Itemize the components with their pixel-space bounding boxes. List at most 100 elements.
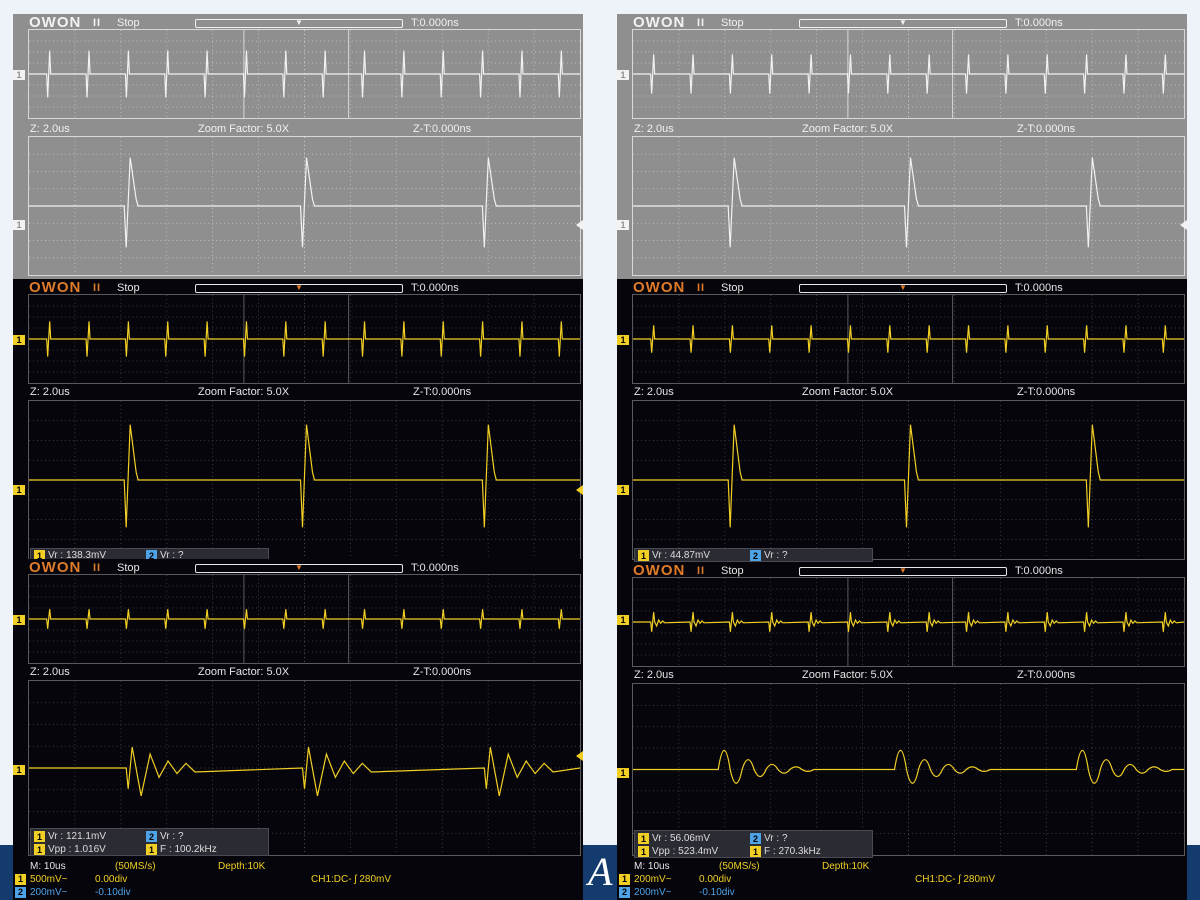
pause-indicator: II bbox=[93, 282, 102, 294]
ch1-marker: 1 bbox=[13, 70, 25, 80]
zoom-offset: Z-T:0.000ns bbox=[413, 386, 472, 398]
zoom-factor: Zoom Factor: 5.0X bbox=[198, 666, 290, 678]
waveform-trace bbox=[29, 747, 580, 796]
ch2-badge: 2 bbox=[619, 887, 630, 898]
zoom-waveform-grid bbox=[632, 400, 1185, 560]
right-grey-panel: OWON II Stop ▼ T:0.000ns 1 Z: 2.0us Zoom… bbox=[617, 14, 1187, 279]
trigger-level-icon bbox=[576, 220, 583, 230]
zoom-scale: Z: 2.0us bbox=[30, 386, 70, 398]
zoom-waveform-grid bbox=[632, 136, 1185, 276]
left-footer: M: 10us (50MS/s) Depth:10K 1 500mV~ 0.00… bbox=[13, 860, 583, 900]
ch1-badge: 1 bbox=[638, 833, 649, 844]
zoom-factor: Zoom Factor: 5.0X bbox=[802, 386, 894, 398]
zoom-scale: Z: 2.0us bbox=[634, 386, 674, 398]
sample-rate: (50MS/s) bbox=[115, 861, 156, 872]
owon-logo: OWON bbox=[29, 559, 82, 576]
zoom-waveform-grid bbox=[28, 400, 581, 560]
run-state: Stop bbox=[117, 17, 140, 29]
trigger-level-icon bbox=[1180, 220, 1187, 230]
trigger-pointer-icon: ▼ bbox=[899, 18, 907, 27]
corner-logo: A bbox=[588, 849, 613, 894]
measurement-value: Vr : ? bbox=[764, 833, 788, 844]
pause-indicator: II bbox=[93, 562, 102, 574]
pause-indicator: II bbox=[93, 17, 102, 29]
waveform-trace bbox=[633, 612, 1184, 632]
run-state: Stop bbox=[117, 282, 140, 294]
trigger-setting: CH1:DC- ʃ 280mV bbox=[311, 874, 392, 885]
measurement-panel: 1 Vr : 121.1mV 2 Vr : ? 1 Vpp : 1.016V 1… bbox=[30, 828, 269, 856]
waveform-trace bbox=[633, 325, 1184, 353]
right-yellow-panel: OWON II Stop ▼ T:0.000ns 1 Z: 2.0us Zoom… bbox=[617, 279, 1187, 562]
ch1-marker: 1 bbox=[13, 765, 25, 775]
trigger-pointer-icon: ▼ bbox=[295, 283, 303, 292]
zoom-offset: Z-T:0.000ns bbox=[1017, 123, 1076, 135]
left-yellow-panel: OWON II Stop ▼ T:0.000ns 1 Z: 2.0us Zoom… bbox=[13, 279, 583, 562]
ch1-badge: 1 bbox=[34, 844, 45, 855]
right-ring-panel: OWON II Stop ▼ T:0.000ns 1 Z: 2.0us Zoom… bbox=[617, 562, 1187, 860]
ch1-badge: 1 bbox=[638, 846, 649, 857]
ch2-position: -0.10div bbox=[699, 887, 735, 898]
run-state: Stop bbox=[721, 565, 744, 577]
ch1-marker: 1 bbox=[617, 615, 629, 625]
pause-indicator: II bbox=[697, 17, 706, 29]
zoom-scale: Z: 2.0us bbox=[634, 669, 674, 681]
owon-logo: OWON bbox=[633, 562, 686, 579]
ch1-scale: 200mV~ bbox=[634, 874, 672, 885]
measurement-value: Vr : 44.87mV bbox=[652, 550, 710, 561]
measurement-value: Vr : ? bbox=[764, 550, 788, 561]
zoom-offset: Z-T:0.000ns bbox=[413, 123, 472, 135]
zoom-scale: Z: 2.0us bbox=[30, 123, 70, 135]
memory-depth: Depth:10K bbox=[218, 861, 266, 872]
measurement-value: Vpp : 523.4mV bbox=[652, 846, 719, 857]
measurement-value: F : 100.2kHz bbox=[160, 844, 217, 855]
owon-logo: OWON bbox=[29, 279, 82, 296]
waveform-trace bbox=[633, 54, 1184, 94]
measurement-panel: 1 Vr : 44.87mV 2 Vr : ? bbox=[634, 548, 873, 562]
ch1-marker: 1 bbox=[13, 335, 25, 345]
trigger-time: T:0.000ns bbox=[1015, 282, 1063, 294]
waveform-trace bbox=[29, 609, 580, 629]
run-state: Stop bbox=[721, 17, 744, 29]
owon-logo: OWON bbox=[633, 14, 686, 31]
main-waveform-grid bbox=[28, 29, 581, 119]
measurement-value: Vr : 56.06mV bbox=[652, 833, 710, 844]
ch1-marker: 1 bbox=[13, 615, 25, 625]
trigger-time: T:0.000ns bbox=[411, 282, 459, 294]
ch1-marker: 1 bbox=[13, 485, 25, 495]
zoom-waveform-grid bbox=[28, 136, 581, 276]
ch2-badge: 2 bbox=[146, 831, 157, 842]
ch2-scale: 200mV~ bbox=[634, 887, 672, 898]
ch1-badge: 1 bbox=[34, 831, 45, 842]
trigger-time: T:0.000ns bbox=[411, 562, 459, 574]
zoom-offset: Z-T:0.000ns bbox=[413, 666, 472, 678]
ch1-marker: 1 bbox=[617, 335, 629, 345]
ch1-badge: 1 bbox=[750, 846, 761, 857]
ch1-badge: 1 bbox=[146, 844, 157, 855]
trigger-pointer-icon: ▼ bbox=[899, 283, 907, 292]
main-waveform-grid bbox=[28, 574, 581, 664]
ch1-marker: 1 bbox=[617, 70, 629, 80]
memory-depth: Depth:10K bbox=[822, 861, 870, 872]
ch1-marker: 1 bbox=[617, 220, 629, 230]
trigger-setting: CH1:DC- ʃ 280mV bbox=[915, 874, 996, 885]
ch1-scale: 500mV~ bbox=[30, 874, 68, 885]
ch2-position: -0.10div bbox=[95, 887, 131, 898]
timebase: M: 10us bbox=[30, 861, 66, 872]
owon-logo: OWON bbox=[633, 279, 686, 296]
trigger-time: T:0.000ns bbox=[1015, 17, 1063, 29]
measurement-value: Vr : ? bbox=[160, 831, 184, 842]
ch1-marker: 1 bbox=[617, 485, 629, 495]
measurement-value: Vpp : 1.016V bbox=[48, 844, 106, 855]
zoom-offset: Z-T:0.000ns bbox=[1017, 669, 1076, 681]
trigger-pointer-icon: ▼ bbox=[899, 566, 907, 575]
ch1-position: 0.00div bbox=[699, 874, 732, 885]
ch1-badge: 1 bbox=[638, 550, 649, 561]
zoom-offset: Z-T:0.000ns bbox=[1017, 386, 1076, 398]
pause-indicator: II bbox=[697, 565, 706, 577]
trigger-level-icon bbox=[576, 751, 583, 761]
trigger-pointer-icon: ▼ bbox=[295, 18, 303, 27]
zoom-factor: Zoom Factor: 5.0X bbox=[802, 123, 894, 135]
measurement-value: Vr : 121.1mV bbox=[48, 831, 106, 842]
main-waveform-grid bbox=[28, 294, 581, 384]
ch1-marker: 1 bbox=[617, 768, 629, 778]
